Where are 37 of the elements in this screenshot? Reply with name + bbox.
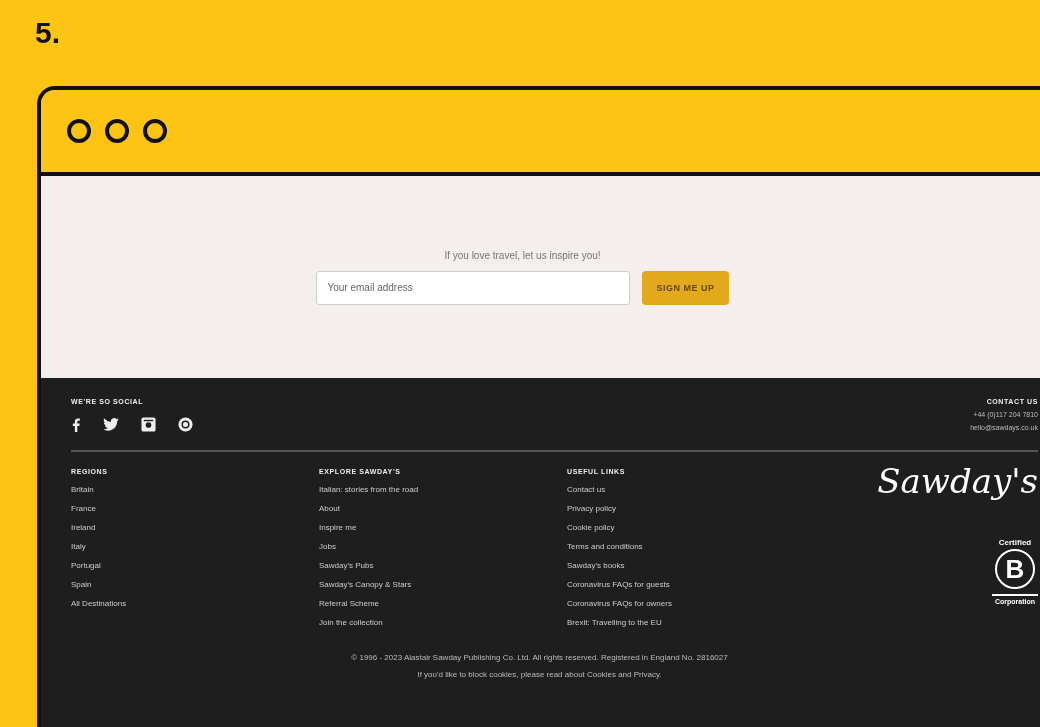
- footer-link[interactable]: Join the collection: [319, 618, 567, 627]
- footer-link[interactable]: France: [71, 504, 319, 513]
- legal-text: © 1996 - 2023 Alastair Sawday Publishing Co. Ltd. All rights reserved. Registered in England No. 2816027: [351, 653, 728, 662]
- badge-letter: B: [995, 549, 1035, 589]
- footer-link[interactable]: Referral Scheme: [319, 599, 567, 608]
- footer-link[interactable]: Sawday's books: [567, 561, 815, 570]
- footer-link[interactable]: Italy: [71, 542, 319, 551]
- facebook-icon[interactable]: [71, 417, 81, 432]
- twitter-icon[interactable]: [103, 418, 119, 431]
- footer-link[interactable]: Britain: [71, 485, 319, 494]
- footer-link[interactable]: Privacy policy: [567, 504, 815, 513]
- footer-link[interactable]: Coronavirus FAQs for guests: [567, 580, 815, 589]
- footer-link[interactable]: Jobs: [319, 542, 567, 551]
- window-control-icon[interactable]: [67, 119, 91, 143]
- brand-logo: Sawday's: [877, 464, 1038, 498]
- step-number: 5.: [35, 16, 62, 50]
- sign-up-button[interactable]: SIGN ME UP: [642, 270, 729, 305]
- footer-link[interactable]: Inspire me: [319, 523, 567, 532]
- footer-link[interactable]: Portugal: [71, 561, 319, 570]
- newsletter-prompt: If you love travel, let us inspire you!: [444, 249, 601, 261]
- footer-link[interactable]: Brexit: Travelling to the EU: [567, 618, 815, 627]
- footer-link[interactable]: Spain: [71, 580, 319, 589]
- footer-link[interactable]: Contact us: [567, 485, 815, 494]
- footer-link[interactable]: Italian: stories from the road: [319, 485, 567, 494]
- footer-link[interactable]: About: [319, 504, 567, 513]
- window-control-icon[interactable]: [143, 119, 167, 143]
- footer-link[interactable]: Sawday's Canopy & Stars: [319, 580, 567, 589]
- footer-link[interactable]: Terms and conditions: [567, 542, 815, 551]
- window-control-icon[interactable]: [105, 119, 129, 143]
- footer-link[interactable]: All Destinations: [71, 599, 319, 608]
- badge-top-text: Certified: [998, 538, 1032, 547]
- legal-text: If you'd like to block cookies, please read about Cookies and Privacy.: [417, 670, 662, 679]
- footer-link[interactable]: Cookie policy: [567, 523, 815, 532]
- footer-link[interactable]: Coronavirus FAQs for owners: [567, 599, 815, 608]
- footer-link[interactable]: Ireland: [71, 523, 319, 532]
- email-field[interactable]: Your email address: [316, 270, 631, 305]
- footer-link[interactable]: Sawday's Pubs: [319, 561, 567, 570]
